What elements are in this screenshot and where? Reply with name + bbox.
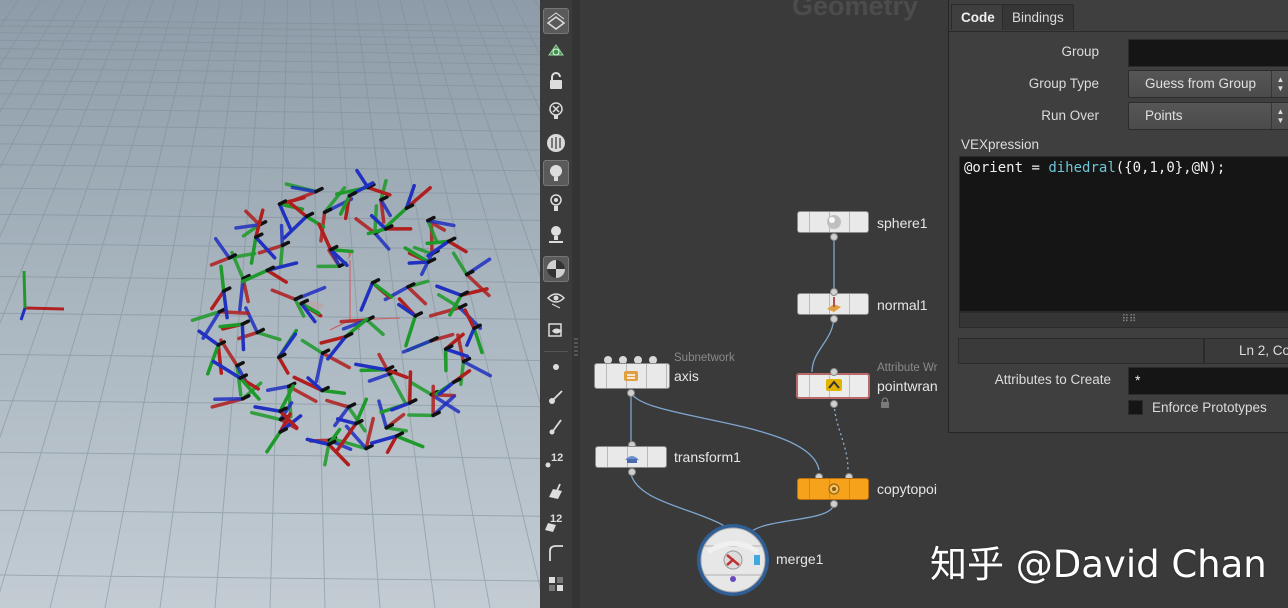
run-over-menu[interactable]: Points ▲ ▼ — [1128, 102, 1288, 130]
tab-bindings[interactable]: Bindings — [1002, 4, 1074, 30]
hq-lighting-icon[interactable] — [543, 190, 569, 216]
enforce-prototypes-label: Enforce Prototypes — [1152, 400, 1267, 415]
uv-display-icon[interactable] — [543, 571, 569, 597]
network-editor[interactable]: Geometry sphere1 normal1 Attribute Wr po… — [580, 0, 948, 608]
point-display-icon[interactable] — [543, 354, 569, 380]
point-normals-icon[interactable] — [543, 384, 569, 410]
lock-icon — [881, 397, 889, 408]
toolbar-divider — [544, 351, 568, 352]
parameter-panel: Code Bindings Group Group Type Guess fro… — [948, 0, 1288, 433]
copy-node-icon — [825, 480, 843, 498]
world-axis-gizmo — [19, 270, 65, 321]
attributes-to-create-label: Attributes to Create — [994, 372, 1111, 387]
no-lights-icon[interactable] — [543, 98, 569, 124]
visibility-icon[interactable] — [543, 317, 569, 343]
vexpression-editor[interactable]: @orient = dihedral({0,1,0},@N); — [959, 156, 1288, 312]
vexpression-label: VEXpression — [961, 137, 1040, 152]
group-type-label: Group Type — [1028, 76, 1099, 91]
viewport-toolbar: 12 12 — [540, 0, 573, 608]
point-trails-icon[interactable] — [543, 414, 569, 440]
watermark: 知乎 @David Chan — [930, 543, 1267, 586]
display-template-icon[interactable] — [543, 38, 569, 64]
transform-node-icon — [623, 448, 641, 466]
headlight-icon[interactable] — [543, 130, 569, 156]
point-numbers-icon[interactable]: 12 — [543, 446, 569, 472]
subnet-node-icon — [622, 367, 640, 385]
run-over-label: Run Over — [1041, 108, 1099, 123]
wrangle-node-icon — [825, 376, 843, 394]
svg-text:12: 12 — [551, 452, 563, 464]
group-field[interactable] — [1128, 39, 1288, 67]
hq-shadows-icon[interactable] — [543, 221, 569, 247]
primitive-numbers-icon[interactable]: 12 — [543, 509, 569, 535]
viewport-canvas[interactable]: y — [0, 0, 540, 608]
updown-arrows-icon: ▲ ▼ — [1271, 71, 1288, 97]
hull-display-icon[interactable] — [543, 540, 569, 566]
normal-lighting-icon[interactable] — [543, 160, 569, 186]
ground-grid — [0, 0, 540, 608]
lock-icon[interactable] — [543, 68, 569, 94]
normal-node-icon — [825, 295, 843, 313]
parameter-tabs: Code Bindings — [949, 4, 1288, 32]
sphere-node-icon — [825, 213, 843, 231]
updown-arrows-icon: ▲ ▼ — [1271, 103, 1288, 129]
scene-viewport[interactable]: y — [0, 0, 540, 608]
editor-resize-handle[interactable]: ⠿⠿ — [959, 312, 1288, 328]
enforce-prototypes-checkbox[interactable] — [1128, 400, 1143, 415]
tab-code[interactable]: Code — [951, 4, 1005, 30]
group-type-menu[interactable]: Guess from Group ▲ ▼ — [1128, 70, 1288, 98]
cursor-position: Ln 2, Col — [1204, 338, 1288, 364]
editor-status-bar — [958, 338, 1204, 364]
attributes-to-create-field[interactable]: * — [1128, 367, 1288, 395]
svg-text:12: 12 — [550, 513, 562, 525]
group-label: Group — [1061, 44, 1099, 59]
ambient-occlusion-icon[interactable] — [543, 256, 569, 282]
camera-view-icon[interactable] — [543, 287, 569, 313]
primitive-normals-icon[interactable] — [543, 478, 569, 504]
ground-plane-icon[interactable] — [543, 8, 569, 34]
